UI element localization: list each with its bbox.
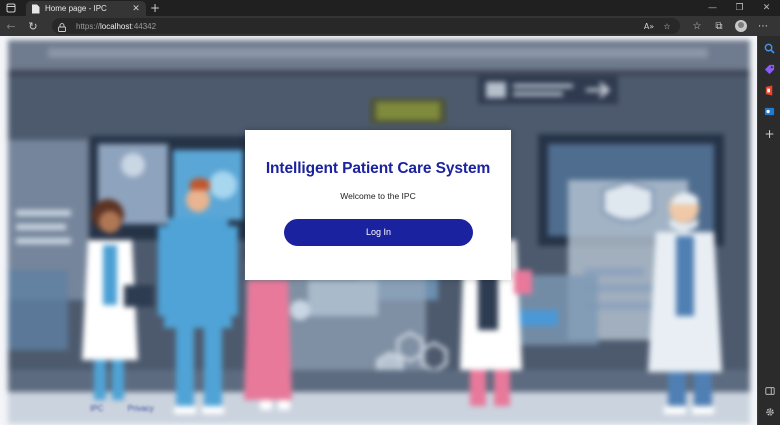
avatar-icon: [735, 20, 747, 32]
settings-gear-icon[interactable]: [763, 405, 776, 418]
browser-sidebar: +: [757, 36, 780, 425]
welcome-message: Welcome to the IPC: [340, 191, 416, 201]
shopping-tag-icon[interactable]: [763, 63, 776, 76]
lock-icon[interactable]: [58, 17, 66, 36]
browser-tab[interactable]: Home page - IPC ✕: [26, 1, 146, 16]
minimize-button[interactable]: —: [699, 0, 726, 16]
more-menu-icon[interactable]: ⋯: [752, 16, 774, 36]
tab-actions-icon[interactable]: [0, 0, 22, 16]
maximize-button[interactable]: ❐: [726, 0, 753, 16]
page-favicon-icon: [31, 4, 40, 14]
login-card: Intelligent Patient Care System Welcome …: [245, 130, 511, 280]
tab-title: Home page - IPC: [45, 4, 107, 13]
new-tab-button[interactable]: +: [148, 1, 162, 15]
browser-title-bar: Home page - IPC ✕ + — ❐ ✕: [0, 0, 780, 16]
outlook-icon[interactable]: [763, 105, 776, 118]
browser-toolbar: ← ↻ https://localhost:44342 A» ☆ ☆ ⧉ ⋯: [0, 16, 780, 36]
sidebar-toggle-icon[interactable]: [763, 384, 776, 397]
url-text: https://localhost:44342: [76, 21, 157, 31]
favorites-icon[interactable]: ☆: [686, 16, 708, 36]
add-sidebar-item-icon[interactable]: +: [763, 128, 776, 141]
login-button[interactable]: Log In: [284, 219, 473, 246]
close-window-button[interactable]: ✕: [753, 0, 780, 16]
window-controls: — ❐ ✕: [699, 0, 780, 16]
footer-link-privacy[interactable]: Privacy: [128, 404, 154, 413]
footer-links: IPC Privacy: [90, 404, 176, 413]
search-icon[interactable]: [763, 42, 776, 55]
back-button[interactable]: ←: [0, 16, 22, 36]
address-bar[interactable]: https://localhost:44342 A» ☆: [52, 18, 680, 34]
tab-close-icon[interactable]: ✕: [131, 4, 141, 14]
page-title: Intelligent Patient Care System: [265, 160, 491, 177]
add-favorite-icon[interactable]: ☆: [660, 18, 674, 34]
profile-avatar[interactable]: [730, 16, 752, 36]
collections-icon[interactable]: ⧉: [708, 16, 730, 36]
footer-link-home[interactable]: IPC: [90, 404, 103, 413]
page-viewport: IPC Privacy Intelligent Patient Care Sys…: [0, 36, 757, 425]
office-icon[interactable]: [763, 84, 776, 97]
refresh-button[interactable]: ↻: [22, 16, 44, 36]
read-aloud-icon[interactable]: A»: [642, 18, 656, 34]
